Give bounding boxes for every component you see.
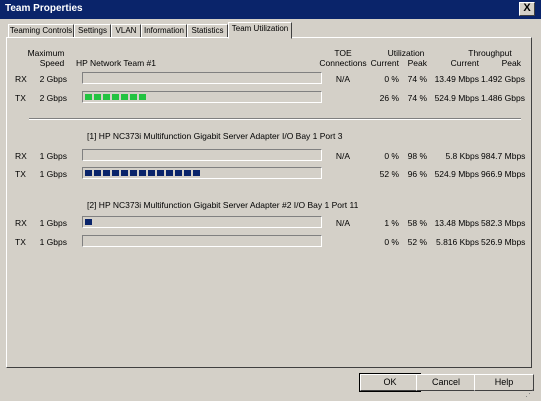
direction-label: TX — [15, 169, 26, 179]
util-current-value: 0 % — [384, 74, 399, 84]
ok-button[interactable]: OK — [359, 373, 421, 392]
team-properties-dialog: Team Properties X Teaming Controls Setti… — [0, 0, 541, 401]
tp-peak-value: 966.9 Mbps — [481, 169, 526, 179]
util-current-value: 26 % — [379, 93, 399, 103]
tp-current-value: 13.48 Mbps — [434, 218, 479, 228]
title-bar[interactable]: Team Properties X — [0, 0, 541, 19]
tp-current-value: 13.49 Mbps — [434, 74, 479, 84]
utilization-bar-segment — [139, 170, 146, 176]
util-peak-value: 98 % — [407, 151, 427, 161]
tab-team-utilization[interactable]: Team Utilization — [228, 22, 292, 39]
utilization-bar-segment — [130, 94, 137, 100]
max-speed-value: 1 Gbps — [39, 169, 67, 179]
tab-statistics[interactable]: Statistics — [187, 24, 228, 38]
utilization-bar-segment — [121, 170, 128, 176]
utilization-bar-segment — [139, 94, 146, 100]
tab-teaming-controls[interactable]: Teaming Controls — [8, 24, 74, 38]
utilization-bar-segment — [85, 219, 92, 225]
group-title: HP Network Team #1 — [76, 58, 156, 68]
header-max-speed-line1: Maximum — [27, 48, 65, 58]
utilization-bar-segment — [130, 170, 137, 176]
util-current-value: 52 % — [379, 169, 399, 179]
utilization-bar-segment — [166, 170, 173, 176]
util-current-value: 0 % — [384, 237, 399, 247]
util-peak-value: 58 % — [407, 218, 427, 228]
tab-information[interactable]: Information — [141, 24, 187, 38]
resize-grip-icon[interactable]: ⋰ — [525, 388, 537, 398]
utilization-bar-segment — [103, 94, 110, 100]
utilization-bar — [82, 72, 322, 84]
header-tp-current: Current — [450, 58, 479, 68]
utilization-bar-segment — [94, 170, 101, 176]
utilization-bar-segment — [103, 170, 110, 176]
tab-settings[interactable]: Settings — [74, 24, 111, 38]
utilization-bar-segment — [193, 170, 200, 176]
header-max-speed-line2: Speed — [39, 58, 65, 68]
section-divider — [29, 118, 521, 120]
utilization-bar — [82, 149, 322, 161]
utilization-bar — [82, 91, 322, 103]
utilization-bar-segment — [94, 94, 101, 100]
utilization-bar-segment — [112, 94, 119, 100]
tp-current-value: 5.8 Kbps — [445, 151, 479, 161]
util-current-value: 0 % — [384, 151, 399, 161]
tp-current-value: 524.9 Mbps — [434, 93, 479, 103]
utilization-bar-segment — [85, 170, 92, 176]
tp-current-value: 5.816 Kbps — [435, 237, 479, 247]
max-speed-value: 1 Gbps — [39, 151, 67, 161]
header-util-peak: Peak — [407, 58, 427, 68]
utilization-bar-segment — [175, 170, 182, 176]
utilization-bar — [82, 216, 322, 228]
utilization-bar — [82, 167, 322, 179]
utilization-bar-segment — [157, 170, 164, 176]
tab-vlan[interactable]: VLAN — [111, 24, 141, 38]
group-title: [1] HP NC373i Multifunction Gigabit Serv… — [87, 131, 343, 141]
close-button[interactable]: X — [519, 2, 535, 16]
util-peak-value: 74 % — [407, 74, 427, 84]
dialog-title: Team Properties — [5, 3, 83, 14]
tp-current-value: 524.9 Mbps — [434, 169, 479, 179]
tp-peak-value: 1.492 Gbps — [481, 74, 525, 84]
header-tp-peak: Peak — [501, 58, 521, 68]
group-title: [2] HP NC373i Multifunction Gigabit Serv… — [87, 200, 359, 210]
util-peak-value: 52 % — [407, 237, 427, 247]
header-toe-line1: TOE — [334, 48, 352, 58]
header-throughput: Throughput — [468, 48, 512, 58]
direction-label: RX — [15, 218, 27, 228]
utilization-bar-segment — [85, 94, 92, 100]
max-speed-value: 1 Gbps — [39, 218, 67, 228]
tp-peak-value: 526.9 Mbps — [481, 237, 526, 247]
team-utilization-panel: Maximum Speed TOE Connections Utilizatio… — [6, 37, 532, 368]
utilization-bar-segment — [148, 170, 155, 176]
header-util-current: Current — [370, 58, 399, 68]
util-peak-value: 74 % — [407, 93, 427, 103]
tp-peak-value: 1.486 Gbps — [481, 93, 525, 103]
direction-label: TX — [15, 237, 26, 247]
tp-peak-value: 582.3 Mbps — [481, 218, 526, 228]
direction-label: TX — [15, 93, 26, 103]
direction-label: RX — [15, 74, 27, 84]
max-speed-value: 2 Gbps — [39, 74, 67, 84]
tp-peak-value: 984.7 Mbps — [481, 151, 526, 161]
utilization-bar-segment — [112, 170, 119, 176]
max-speed-value: 1 Gbps — [39, 237, 67, 247]
utilization-bar-segment — [184, 170, 191, 176]
utilization-bar — [82, 235, 322, 247]
cancel-button[interactable]: Cancel — [416, 374, 476, 391]
util-current-value: 1 % — [384, 218, 399, 228]
util-peak-value: 96 % — [407, 169, 427, 179]
utilization-bar-segment — [121, 94, 128, 100]
header-utilization: Utilization — [387, 48, 425, 58]
max-speed-value: 2 Gbps — [39, 93, 67, 103]
direction-label: RX — [15, 151, 27, 161]
